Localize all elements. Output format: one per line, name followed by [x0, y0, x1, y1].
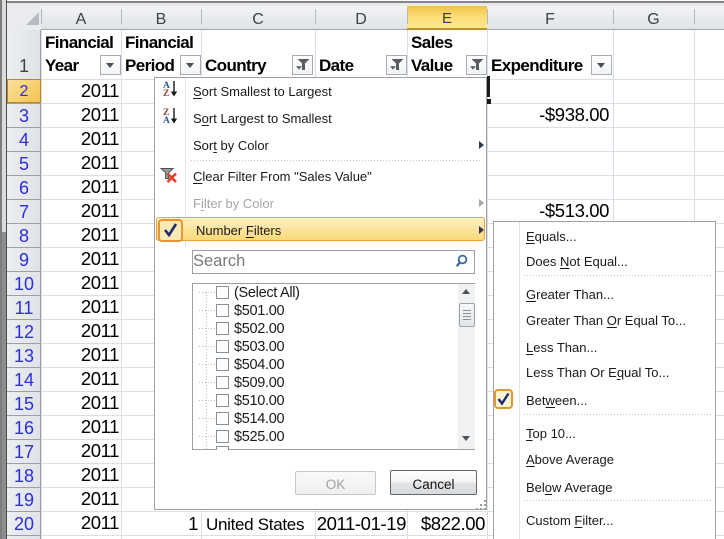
svg-text:A: A: [163, 116, 170, 124]
svg-text:Z: Z: [163, 89, 169, 97]
